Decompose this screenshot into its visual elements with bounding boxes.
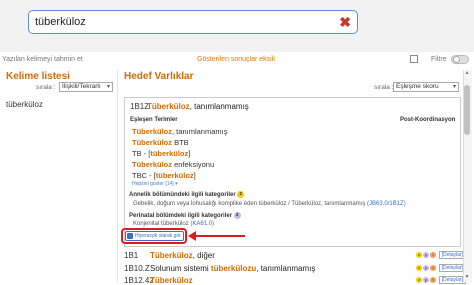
top-bar: ✖ — [0, 0, 474, 52]
scroll-down-icon[interactable]: ▼ — [463, 274, 471, 282]
maternity-section-title: Annelik bölümündeki ilgili kategoriler z — [129, 191, 245, 198]
target-entities-title: Hedef Varlıklar — [124, 71, 194, 82]
matching-term: TB - [tüberküloz] — [132, 149, 191, 158]
perinatal-section-title: Perinatal bölümdeki ilgili kategoriler z — [129, 212, 241, 219]
result-code: 1B10.Z — [124, 264, 150, 273]
chevron-down-icon: ▾ — [452, 84, 456, 90]
info-badge-icon: z — [233, 212, 241, 219]
matching-term: TBC - [tüberküloz] — [132, 171, 196, 180]
result-badges: zpt [Detaylar] — [416, 276, 466, 284]
perinatal-section-desc[interactable]: Konjenital tüberküloz (KA61.0) — [133, 221, 214, 227]
maternity-section-desc[interactable]: Gebelik, doğum veya lohusalığı komplike … — [133, 201, 406, 207]
scrollbar-thumb[interactable] — [464, 85, 470, 135]
target-sort-select[interactable]: Eşleşme skoru ▾ — [393, 82, 459, 92]
entity-title[interactable]: Tüberküloz, tanımlanmamış — [147, 102, 249, 111]
target-sort-label: sırala : — [374, 84, 394, 91]
badge-icon: p — [423, 277, 430, 283]
badge-icon: t — [430, 252, 437, 258]
details-button[interactable]: [Detaylar] — [438, 276, 466, 284]
filter-toggle[interactable] — [451, 55, 469, 64]
search-input[interactable] — [35, 14, 335, 30]
result-title[interactable]: Tüberküloz, diğer — [150, 251, 215, 260]
entity-title-highlight: Tüberküloz — [147, 102, 190, 111]
badge-icon: z — [416, 252, 423, 258]
autocomplete-hint[interactable]: Yazılan kelimeyi tahmin et — [2, 56, 83, 63]
arrow-left-icon — [188, 231, 196, 241]
result-title[interactable]: Tüberküloz — [150, 276, 193, 285]
matching-terms-header: Eşleşen Terimler — [130, 117, 178, 123]
search-box[interactable]: ✖ — [28, 10, 358, 34]
checkbox-icon[interactable] — [410, 55, 418, 63]
result-title[interactable]: Solunum sistemi tüberkülozu, tanımlanmam… — [150, 264, 315, 273]
show-all-link[interactable]: Hepsini göster [14] ▾ — [132, 181, 178, 187]
word-list-sort-label: sırala : — [36, 84, 56, 91]
highlight-box — [121, 228, 187, 244]
badge-icon: p — [423, 252, 430, 258]
scroll-up-icon[interactable]: ▲ — [463, 70, 471, 78]
filter-label: Filtre — [431, 56, 447, 63]
word-list-sort-select[interactable]: İlişkili/Tekrarlı ▾ — [59, 82, 113, 92]
badge-icon: z — [416, 265, 423, 271]
entity-title-rest: , tanımlanmamış — [189, 102, 249, 111]
target-sort-value: Eşleşme skoru — [396, 83, 439, 90]
incomplete-results-warning: Gösterilen sonuçlar eksik — [197, 56, 276, 63]
badge-icon: t — [430, 277, 437, 283]
word-list-item[interactable]: tüberküloz — [6, 100, 43, 109]
info-badge-icon: z — [237, 191, 245, 198]
selected-entity-panel: 1B1Z Tüberküloz, tanımlanmamış Eşleşen T… — [124, 97, 461, 247]
details-button[interactable]: [Detaylar] — [438, 251, 466, 259]
badge-icon: t — [430, 265, 437, 271]
annotation-arrow — [194, 235, 245, 237]
post-coordination-header: Post-Koordinasyon — [400, 117, 456, 123]
word-list-sort-value: İlişkili/Tekrarlı — [62, 83, 101, 90]
details-button[interactable]: [Detaylar] — [438, 264, 466, 272]
badge-icon: p — [423, 265, 430, 271]
result-badges: zpt [Detaylar] — [416, 251, 466, 259]
result-code: 1B1 — [124, 251, 139, 260]
matching-term: Tüberküloz, tanımlanmamış — [132, 127, 228, 136]
result-badges: zpt [Detaylar] — [416, 264, 466, 272]
hint-row: Yazılan kelimeyi tahmin et Gösterilen so… — [0, 54, 474, 66]
column-divider — [117, 70, 118, 282]
chevron-down-icon: ▾ — [106, 84, 110, 90]
matching-term: Tüberküloz enfeksiyonu — [132, 160, 215, 169]
matching-term: Tüberküloz BTB — [132, 138, 189, 147]
close-icon[interactable]: ✖ — [339, 14, 351, 30]
word-list-title: Kelime listesi — [6, 71, 70, 82]
badge-icon: z — [416, 277, 423, 283]
